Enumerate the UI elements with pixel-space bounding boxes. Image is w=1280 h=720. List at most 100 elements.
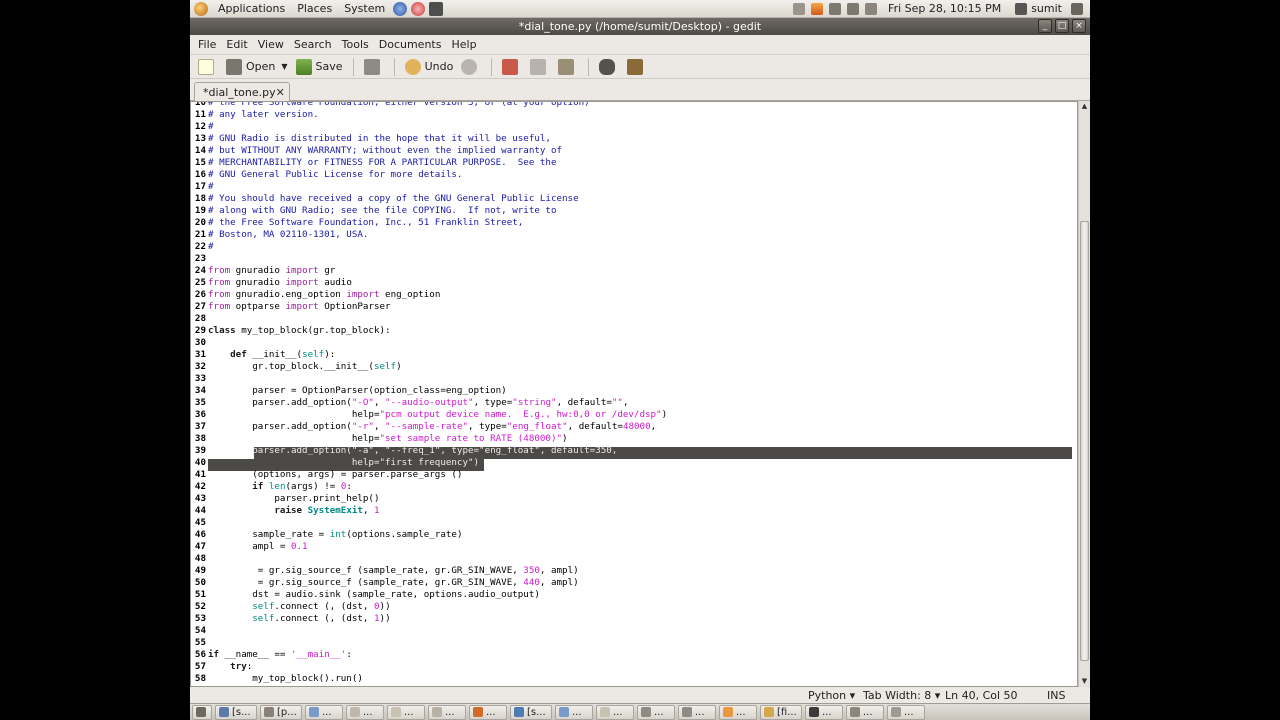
code-editor[interactable]: 10 # the Free Software Foundation; either… [190,101,1078,687]
system-menu[interactable]: System [338,0,391,18]
places-menu[interactable]: Places [291,0,338,18]
code-line[interactable]: 56 if __name__ == '__main__': [191,649,1077,661]
code-line[interactable]: 41 (options, args) = parser.parse_args (… [191,469,1077,481]
code-line[interactable]: 23 [191,253,1077,265]
code-line[interactable]: 53 self.connect (, (dst, 1)) [191,613,1077,625]
code-line[interactable]: 11 # any later version. [191,109,1077,121]
code-line[interactable]: 21 # Boston, MA 02110-1301, USA. [191,229,1077,241]
taskbar-window-button[interactable]: [s... [510,704,552,720]
code-line[interactable]: 58 my_top_block().run() [191,673,1077,685]
code-line[interactable]: 31 def __init__(self): [191,349,1077,361]
taskbar-window-button[interactable]: ... [596,704,634,720]
find-button[interactable] [595,56,623,78]
network-tray-icon[interactable] [829,2,842,15]
code-line[interactable]: 51 dst = audio.sink (sample_rate, option… [191,589,1077,601]
tab-dial-tone[interactable]: *dial_tone.py ✕ [194,82,290,102]
code-line[interactable]: 27 from optparse import OptionParser [191,301,1077,313]
code-line[interactable]: 22 # [191,241,1077,253]
taskbar-window-button[interactable]: ... [805,704,843,720]
code-line[interactable]: 38 help="set sample rate to RATE (48000)… [191,433,1077,445]
taskbar-window-button[interactable]: ... [428,704,466,720]
code-line[interactable]: 18 # You should have received a copy of t… [191,193,1077,205]
taskbar-window-button[interactable]: ... [346,704,384,720]
language-selector[interactable]: Python ▾ [808,689,855,703]
taskbar-window-button[interactable]: ... [719,704,757,720]
code-line[interactable]: 32 gr.top_block.__init__(self) [191,361,1077,373]
code-line[interactable]: 24 from gnuradio import gr [191,265,1077,277]
vertical-scrollbar[interactable]: ▲ ▼ [1078,101,1090,687]
mail-tray-icon[interactable] [793,2,806,15]
code-line[interactable]: 52 self.connect (, (dst, 0)) [191,601,1077,613]
code-line[interactable]: 29 class my_top_block(gr.top_block): [191,325,1077,337]
taskbar-window-button[interactable]: ... [678,704,716,720]
code-line[interactable]: 25 from gnuradio import audio [191,277,1077,289]
code-line[interactable]: 34 parser = OptionParser(option_class=en… [191,385,1077,397]
minimize-icon[interactable]: _ [1038,19,1052,33]
code-line[interactable]: 50 = gr.sig_source_f (sample_rate, gr.GR… [191,577,1077,589]
taskbar-window-button[interactable]: [fi... [760,704,802,720]
code-line[interactable]: 46 sample_rate = int(options.sample_rate… [191,529,1077,541]
code-line[interactable]: 45 [191,517,1077,529]
close-window-icon[interactable]: × [1072,19,1086,33]
taskbar-window-button[interactable]: ... [637,704,675,720]
title-bar[interactable]: *dial_tone.py (/home/sumit/Desktop) - ge… [190,18,1090,35]
undo-button[interactable]: Undo [401,56,458,78]
code-line[interactable]: 16 # GNU General Public License for more … [191,169,1077,181]
terminal-launcher-icon[interactable] [429,1,444,16]
tab-width-selector[interactable]: Tab Width: 8 ▾ [863,689,940,703]
new-button[interactable] [194,56,222,78]
menu-file[interactable]: File [193,35,221,55]
menu-documents[interactable]: Documents [374,35,447,55]
scroll-thumb[interactable] [1080,221,1089,661]
code-line[interactable]: 35 parser.add_option("-O", "--audio-outp… [191,397,1077,409]
scroll-up-icon[interactable]: ▲ [1079,101,1090,112]
maximize-icon[interactable]: □ [1055,19,1069,33]
code-line[interactable]: 13 # GNU Radio is distributed in the hope… [191,133,1077,145]
menu-search[interactable]: Search [289,35,337,55]
code-line[interactable]: 33 [191,373,1077,385]
menu-view[interactable]: View [253,35,289,55]
code-line[interactable]: 20 # the Free Software Foundation, Inc., … [191,217,1077,229]
help-launcher-icon[interactable] [411,1,426,16]
taskbar-window-button[interactable]: ... [887,704,925,720]
menu-tools[interactable]: Tools [337,35,374,55]
code-line[interactable]: 44 raise SystemExit, 1 [191,505,1077,517]
volume-tray-icon[interactable] [847,2,860,15]
code-line[interactable]: 55 [191,637,1077,649]
code-line[interactable]: 19 # along with GNU Radio; see the file C… [191,205,1077,217]
code-line[interactable]: 48 [191,553,1077,565]
code-line[interactable]: 39 parser.add_option("-a", "--freq_1", t… [191,445,1077,457]
code-line[interactable]: 54 [191,625,1077,637]
copy-button[interactable] [526,56,554,78]
menu-help[interactable]: Help [446,35,481,55]
code-line[interactable]: 17 # [191,181,1077,193]
clock[interactable]: Fri Sep 28, 10:15 PM [880,2,1009,15]
paste-button[interactable] [554,56,582,78]
close-tab-icon[interactable]: ✕ [276,86,285,99]
code-line[interactable]: 57 try: [191,661,1077,673]
replace-button[interactable] [623,56,651,78]
code-line[interactable]: 28 [191,313,1077,325]
code-area[interactable]: 10 # the Free Software Foundation; either… [191,102,1077,685]
taskbar-window-button[interactable]: [s... [215,704,257,720]
code-line[interactable]: 49 = gr.sig_source_f (sample_rate, gr.GR… [191,565,1077,577]
scroll-down-icon[interactable]: ▼ [1079,676,1090,687]
code-line[interactable]: 43 parser.print_help() [191,493,1077,505]
menu-edit[interactable]: Edit [221,35,252,55]
code-line[interactable]: 42 if len(args) != 0: [191,481,1077,493]
redo-button[interactable] [457,56,485,78]
user-menu[interactable]: sumit [1009,2,1068,15]
taskbar-window-button[interactable]: ... [555,704,593,720]
open-button[interactable]: Open ▼ [222,56,292,78]
power-icon[interactable] [1071,2,1083,15]
taskbar-window-button[interactable]: ... [305,704,343,720]
code-line[interactable]: 30 [191,337,1077,349]
code-line[interactable]: 10 # the Free Software Foundation; either… [191,102,1077,109]
taskbar-window-button[interactable]: [p... [260,704,302,720]
code-line[interactable]: 26 from gnuradio.eng_option import eng_op… [191,289,1077,301]
code-line[interactable]: 14 # but WITHOUT ANY WARRANTY; without ev… [191,145,1077,157]
ubuntu-logo-icon[interactable] [194,1,208,16]
save-button[interactable]: Save [292,56,347,78]
code-line[interactable]: 15 # MERCHANTABILITY or FITNESS FOR A PAR… [191,157,1077,169]
taskbar-window-button[interactable]: ... [469,704,507,720]
